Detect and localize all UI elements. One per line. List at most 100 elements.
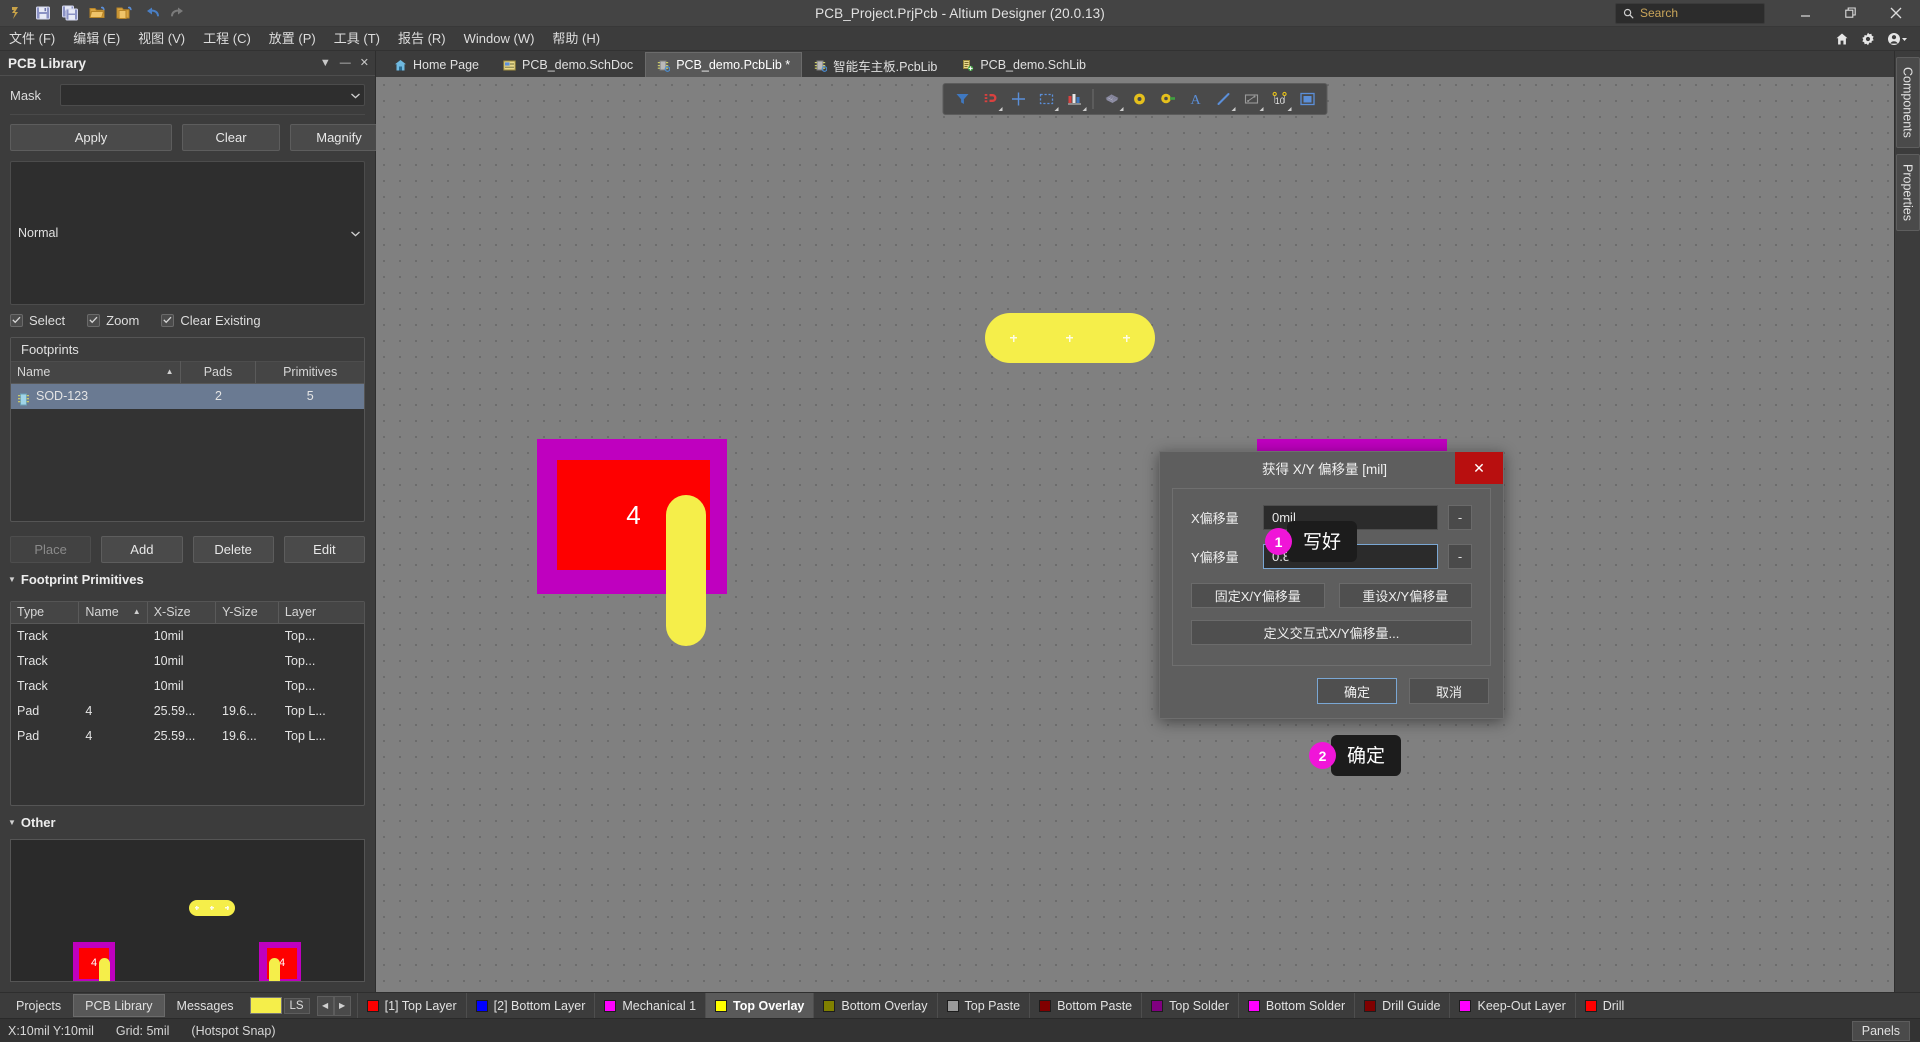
layer-tab-bottom-overlay[interactable]: Bottom Overlay: [813, 992, 936, 1019]
select-checkbox[interactable]: Select: [10, 313, 65, 328]
doc-tab-pcb-demo-pcblib[interactable]: PCB_demo.PcbLib *: [645, 52, 803, 77]
dialog-close-button[interactable]: ✕: [1455, 452, 1503, 484]
pcb-left-pin[interactable]: [666, 495, 706, 646]
layer-tab-bottom-layer[interactable]: [2] Bottom Layer: [465, 992, 595, 1019]
panel-tab-projects[interactable]: Projects: [4, 994, 73, 1017]
home-icon[interactable]: [1835, 32, 1849, 46]
menu-edit[interactable]: 编辑 (E): [64, 27, 129, 51]
layer-tab-mechanical-1[interactable]: Mechanical 1: [594, 992, 705, 1019]
doc-tab-pcb-demo-schlib[interactable]: PCB_demo.SchLib: [949, 52, 1098, 77]
layer-tab-top-overlay[interactable]: Top Overlay: [705, 992, 814, 1019]
table-row[interactable]: SOD-123 2 5: [11, 383, 364, 409]
dimension-icon[interactable]: [1239, 86, 1265, 112]
menu-view[interactable]: 视图 (V): [129, 27, 194, 51]
panel-dropdown-icon[interactable]: ▼: [320, 57, 331, 69]
panel-close-icon[interactable]: ✕: [360, 57, 369, 69]
open-icon[interactable]: [85, 2, 109, 24]
table-row[interactable]: Track 10mil Top...: [11, 674, 364, 699]
doc-tab-pcb-demo-schdoc[interactable]: PCB_demo.SchDoc: [491, 52, 645, 77]
component-icon[interactable]: [1099, 86, 1125, 112]
layer-tab-bottom-solder[interactable]: Bottom Solder: [1237, 992, 1354, 1019]
doc-tab-home-page[interactable]: Home Page: [382, 52, 491, 77]
layer-tab-top-layer[interactable]: [1] Top Layer: [356, 992, 466, 1019]
account-icon[interactable]: [1887, 32, 1908, 46]
column-header-name[interactable]: Name ▲: [11, 361, 181, 383]
undo-icon[interactable]: [139, 2, 163, 24]
table-row[interactable]: Pad 4 25.59... 19.6... Top L...: [11, 699, 364, 724]
layers-chart-icon[interactable]: [1062, 86, 1088, 112]
table-row[interactable]: Pad 4 25.59... 19.6... Top L...: [11, 724, 364, 749]
y-offset-minus-button[interactable]: -: [1448, 544, 1472, 569]
define-interactive-xy-offset-button[interactable]: 定义交互式X/Y偏移量...: [1191, 620, 1472, 645]
mask-input[interactable]: [60, 84, 365, 106]
save-all-icon[interactable]: [58, 2, 82, 24]
add-button[interactable]: Add: [101, 535, 183, 563]
save-icon[interactable]: [31, 2, 55, 24]
menu-tools[interactable]: 工具 (T): [325, 27, 389, 51]
layer-tab-top-solder[interactable]: Top Solder: [1141, 992, 1238, 1019]
column-header-ysize[interactable]: Y-Size: [216, 601, 279, 623]
panel-tab-pcb-library[interactable]: PCB Library: [73, 994, 165, 1017]
panel-pin-icon[interactable]: ―: [340, 57, 351, 69]
text-string-icon[interactable]: A: [1183, 86, 1209, 112]
menu-place[interactable]: 放置 (P): [260, 27, 325, 51]
footprint-preview[interactable]: 4 4: [10, 838, 365, 982]
display-mode-select[interactable]: Normal: [10, 161, 365, 305]
menu-help[interactable]: 帮助 (H): [543, 27, 609, 51]
doc-tab-smartcar-pcblib[interactable]: 智能车主板.PcbLib: [802, 52, 949, 77]
panel-tab-messages[interactable]: Messages: [165, 994, 246, 1017]
column-header-primitives[interactable]: Primitives: [256, 361, 364, 383]
menu-window[interactable]: Window (W): [455, 27, 544, 51]
footprint-primitives-title[interactable]: ▼ Footprint Primitives: [0, 563, 375, 592]
open-project-icon[interactable]: [112, 2, 136, 24]
coordinate-icon[interactable]: 10: [1267, 86, 1293, 112]
clear-button[interactable]: Clear: [182, 124, 280, 151]
via-icon[interactable]: [1127, 86, 1153, 112]
snap-magnet-icon[interactable]: [978, 86, 1004, 112]
magnify-button[interactable]: Magnify: [290, 124, 388, 151]
layer-tab-keep-out-layer[interactable]: Keep-Out Layer: [1449, 992, 1574, 1019]
delete-button[interactable]: Delete: [192, 535, 274, 563]
altium-logo-icon[interactable]: [4, 2, 28, 24]
filter-icon[interactable]: [950, 86, 976, 112]
column-header-pads[interactable]: Pads: [181, 361, 257, 383]
rail-tab-components[interactable]: Components: [1895, 57, 1920, 148]
x-offset-minus-button[interactable]: -: [1448, 505, 1472, 530]
dialog-cancel-button[interactable]: 取消: [1409, 678, 1489, 704]
column-header-layer[interactable]: Layer: [279, 602, 364, 624]
table-row[interactable]: Track 10mil Top...: [11, 649, 364, 674]
minimize-button[interactable]: [1783, 0, 1828, 27]
clear-existing-checkbox[interactable]: Clear Existing: [161, 313, 261, 328]
crosshair-icon[interactable]: [1006, 86, 1032, 112]
rail-tab-properties[interactable]: Properties: [1895, 153, 1920, 231]
search-input[interactable]: Search: [1615, 2, 1765, 24]
layer-tab-top-paste[interactable]: Top Paste: [936, 992, 1030, 1019]
other-group-title[interactable]: ▼ Other: [0, 806, 375, 835]
pad-icon[interactable]: [1155, 86, 1181, 112]
dialog-ok-button[interactable]: 确定: [1317, 678, 1397, 704]
reset-xy-offset-button[interactable]: 重设X/Y偏移量: [1338, 583, 1472, 608]
table-row[interactable]: Track 10mil Top...: [11, 624, 364, 649]
place-region-icon[interactable]: [1295, 86, 1321, 112]
column-header-prim-name[interactable]: Name ▲: [79, 601, 148, 623]
pcb-top-pad-group[interactable]: [985, 313, 1155, 363]
layer-tab-drill[interactable]: Drill: [1574, 992, 1634, 1019]
menu-project[interactable]: 工程 (C): [194, 27, 260, 51]
pcb-canvas[interactable]: A 10 4 获得 X/Y 偏移量 [mil] ✕ X偏移量 0mil - Y偏…: [376, 77, 1894, 992]
fix-xy-offset-button[interactable]: 固定X/Y偏移量: [1191, 583, 1325, 608]
panels-button[interactable]: Panels: [1851, 1020, 1910, 1041]
zoom-checkbox[interactable]: Zoom: [87, 313, 139, 328]
gear-icon[interactable]: [1861, 32, 1875, 46]
line-icon[interactable]: [1211, 86, 1237, 112]
layer-sets-button[interactable]: LS: [283, 997, 310, 1014]
layer-tab-bottom-paste[interactable]: Bottom Paste: [1029, 992, 1141, 1019]
restore-button[interactable]: [1828, 0, 1873, 27]
menu-reports[interactable]: 报告 (R): [389, 27, 455, 51]
menu-file[interactable]: 文件 (F): [0, 27, 64, 51]
close-button[interactable]: [1873, 0, 1918, 27]
layer-next-button[interactable]: ▶: [333, 995, 351, 1016]
layer-prev-button[interactable]: ◀: [316, 995, 334, 1016]
column-header-type[interactable]: Type: [11, 601, 80, 623]
apply-button[interactable]: Apply: [10, 124, 172, 151]
layer-tab-drill-guide[interactable]: Drill Guide: [1354, 992, 1449, 1019]
